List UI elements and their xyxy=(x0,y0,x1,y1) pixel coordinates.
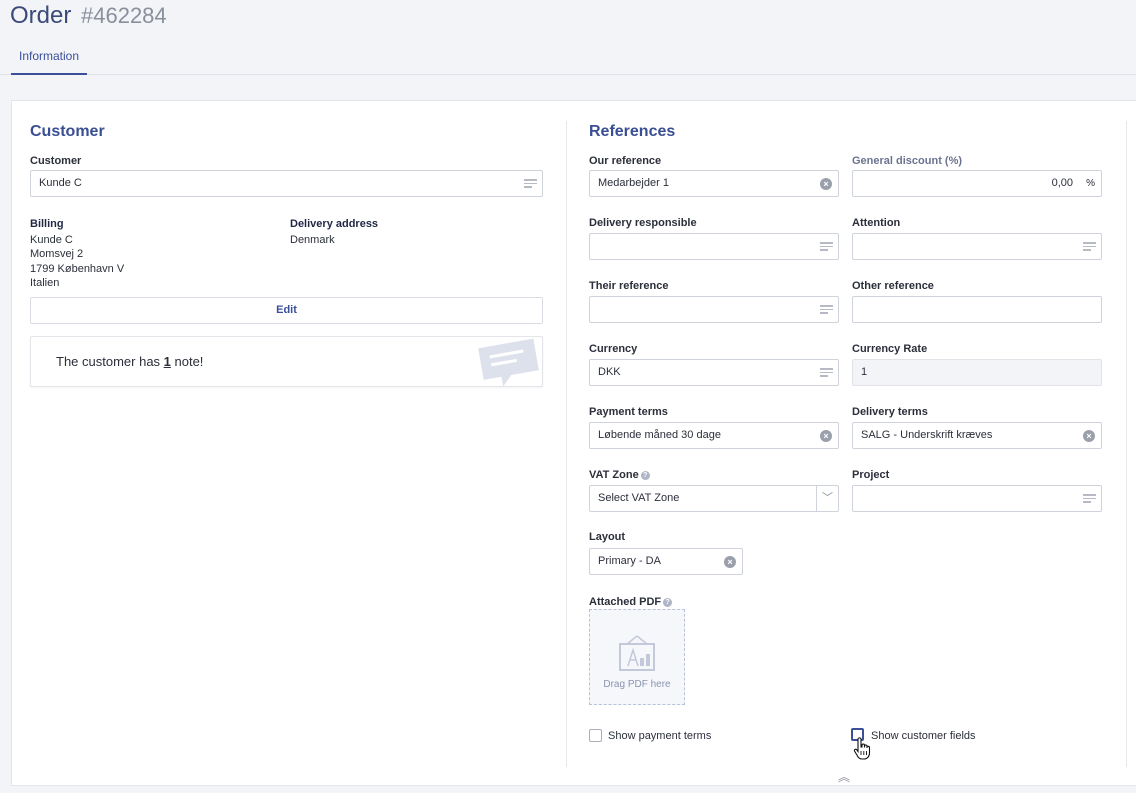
our-reference-label: Our reference xyxy=(589,155,662,167)
customer-note-banner[interactable]: The customer has 1 note! xyxy=(30,336,543,387)
payment-terms-field[interactable]: Løbende måned 30 dage × xyxy=(589,422,839,449)
note-suffix: note! xyxy=(170,354,204,369)
help-icon[interactable]: ? xyxy=(640,471,650,480)
delivery-terms-label: Delivery terms xyxy=(852,406,928,418)
currency-rate-field: 1 xyxy=(852,359,1102,386)
edit-address-button[interactable]: Edit xyxy=(30,297,543,324)
show-payment-terms-label[interactable]: Show payment terms xyxy=(608,730,711,742)
pdf-drop-text: Drag PDF here xyxy=(603,679,671,690)
tab-label: Information xyxy=(18,49,80,63)
attention-field[interactable] xyxy=(852,233,1102,260)
attached-pdf-label: Attached PDF? xyxy=(589,596,673,608)
general-discount-label: General discount (%) xyxy=(852,155,963,167)
delivery-responsible-label: Delivery responsible xyxy=(589,217,697,229)
layout-field[interactable]: Primary - DA × xyxy=(589,548,743,575)
hand-cursor-icon xyxy=(853,737,871,760)
column-divider-right xyxy=(1126,121,1127,767)
clear-icon[interactable]: × xyxy=(724,556,736,568)
column-divider xyxy=(566,121,567,767)
help-icon[interactable]: ? xyxy=(663,598,673,607)
payment-terms-value: Løbende måned 30 dage xyxy=(598,429,721,441)
our-reference-value: Medarbejder 1 xyxy=(598,177,669,189)
customer-field[interactable]: Kunde C xyxy=(30,170,543,197)
other-reference-field[interactable] xyxy=(852,296,1102,323)
vat-zone-label-text: VAT Zone xyxy=(589,469,639,481)
attention-label: Attention xyxy=(852,217,901,229)
list-icon[interactable] xyxy=(820,305,833,315)
their-reference-field[interactable] xyxy=(589,296,839,323)
vat-zone-value: Select VAT Zone xyxy=(598,492,680,504)
layout-value: Primary - DA xyxy=(598,555,661,567)
delivery-responsible-field[interactable] xyxy=(589,233,839,260)
delivery-address-line: Denmark xyxy=(290,234,335,246)
clear-icon[interactable]: × xyxy=(820,178,832,190)
collapse-up-icon[interactable]: ︽ xyxy=(838,768,850,785)
clear-icon[interactable]: × xyxy=(1083,430,1095,442)
currency-value: DKK xyxy=(598,366,621,378)
references-heading: References xyxy=(589,123,676,140)
list-icon[interactable] xyxy=(820,368,833,378)
note-prefix: The customer has xyxy=(56,354,164,369)
billing-line: Italien xyxy=(30,277,60,289)
vat-zone-label: VAT Zone? xyxy=(589,469,650,481)
our-reference-field[interactable]: Medarbejder 1 × xyxy=(589,170,839,197)
picture-frame-icon xyxy=(619,635,655,671)
currency-field[interactable]: DKK xyxy=(589,359,839,386)
pdf-drop-zone[interactable]: Drag PDF here xyxy=(589,609,685,705)
delivery-address-label: Delivery address xyxy=(290,218,379,230)
currency-rate-label: Currency Rate xyxy=(852,343,928,355)
page-title: Order xyxy=(10,2,72,29)
customer-value: Kunde C xyxy=(39,177,82,189)
list-icon[interactable] xyxy=(524,179,537,189)
delivery-terms-field[interactable]: SALG - Underskrift kræves × xyxy=(852,422,1102,449)
chevron-down-icon[interactable]: ﹀ xyxy=(816,486,838,511)
customer-label: Customer xyxy=(30,155,82,167)
project-field[interactable] xyxy=(852,485,1102,512)
billing-label: Billing xyxy=(30,218,64,230)
percent-unit: % xyxy=(1086,178,1095,189)
their-reference-label: Their reference xyxy=(589,280,669,292)
list-icon[interactable] xyxy=(820,242,833,252)
currency-rate-value: 1 xyxy=(861,366,868,378)
note-count[interactable]: 1 xyxy=(164,354,171,369)
show-customer-fields-label[interactable]: Show customer fields xyxy=(871,730,976,742)
list-icon[interactable] xyxy=(1083,242,1096,252)
payment-terms-label: Payment terms xyxy=(589,406,668,418)
delivery-terms-value: SALG - Underskrift kræves xyxy=(861,429,993,441)
project-label: Project xyxy=(852,469,890,481)
vat-zone-select[interactable]: Select VAT Zone ﹀ xyxy=(589,485,839,512)
currency-label: Currency xyxy=(589,343,638,355)
page-header: Order #462284 Information xyxy=(0,0,1136,75)
billing-line: Momsvej 2 xyxy=(30,248,84,260)
list-icon[interactable] xyxy=(1083,494,1096,504)
billing-line: Kunde C xyxy=(30,234,73,246)
tab-information[interactable]: Information xyxy=(11,49,87,75)
order-number: #462284 xyxy=(81,3,167,28)
show-payment-terms-checkbox[interactable] xyxy=(589,729,602,742)
note-icon xyxy=(478,338,539,386)
general-discount-field[interactable]: 0,00 % xyxy=(852,170,1102,197)
layout-label: Layout xyxy=(589,531,626,543)
other-reference-label: Other reference xyxy=(852,280,934,292)
customer-heading: Customer xyxy=(30,123,105,140)
note-text: The customer has 1 note! xyxy=(56,354,203,369)
attached-pdf-label-text: Attached PDF xyxy=(589,596,662,608)
billing-line: 1799 København V xyxy=(30,263,125,275)
clear-icon[interactable]: × xyxy=(820,430,832,442)
general-discount-value: 0,00 xyxy=(1051,177,1073,189)
